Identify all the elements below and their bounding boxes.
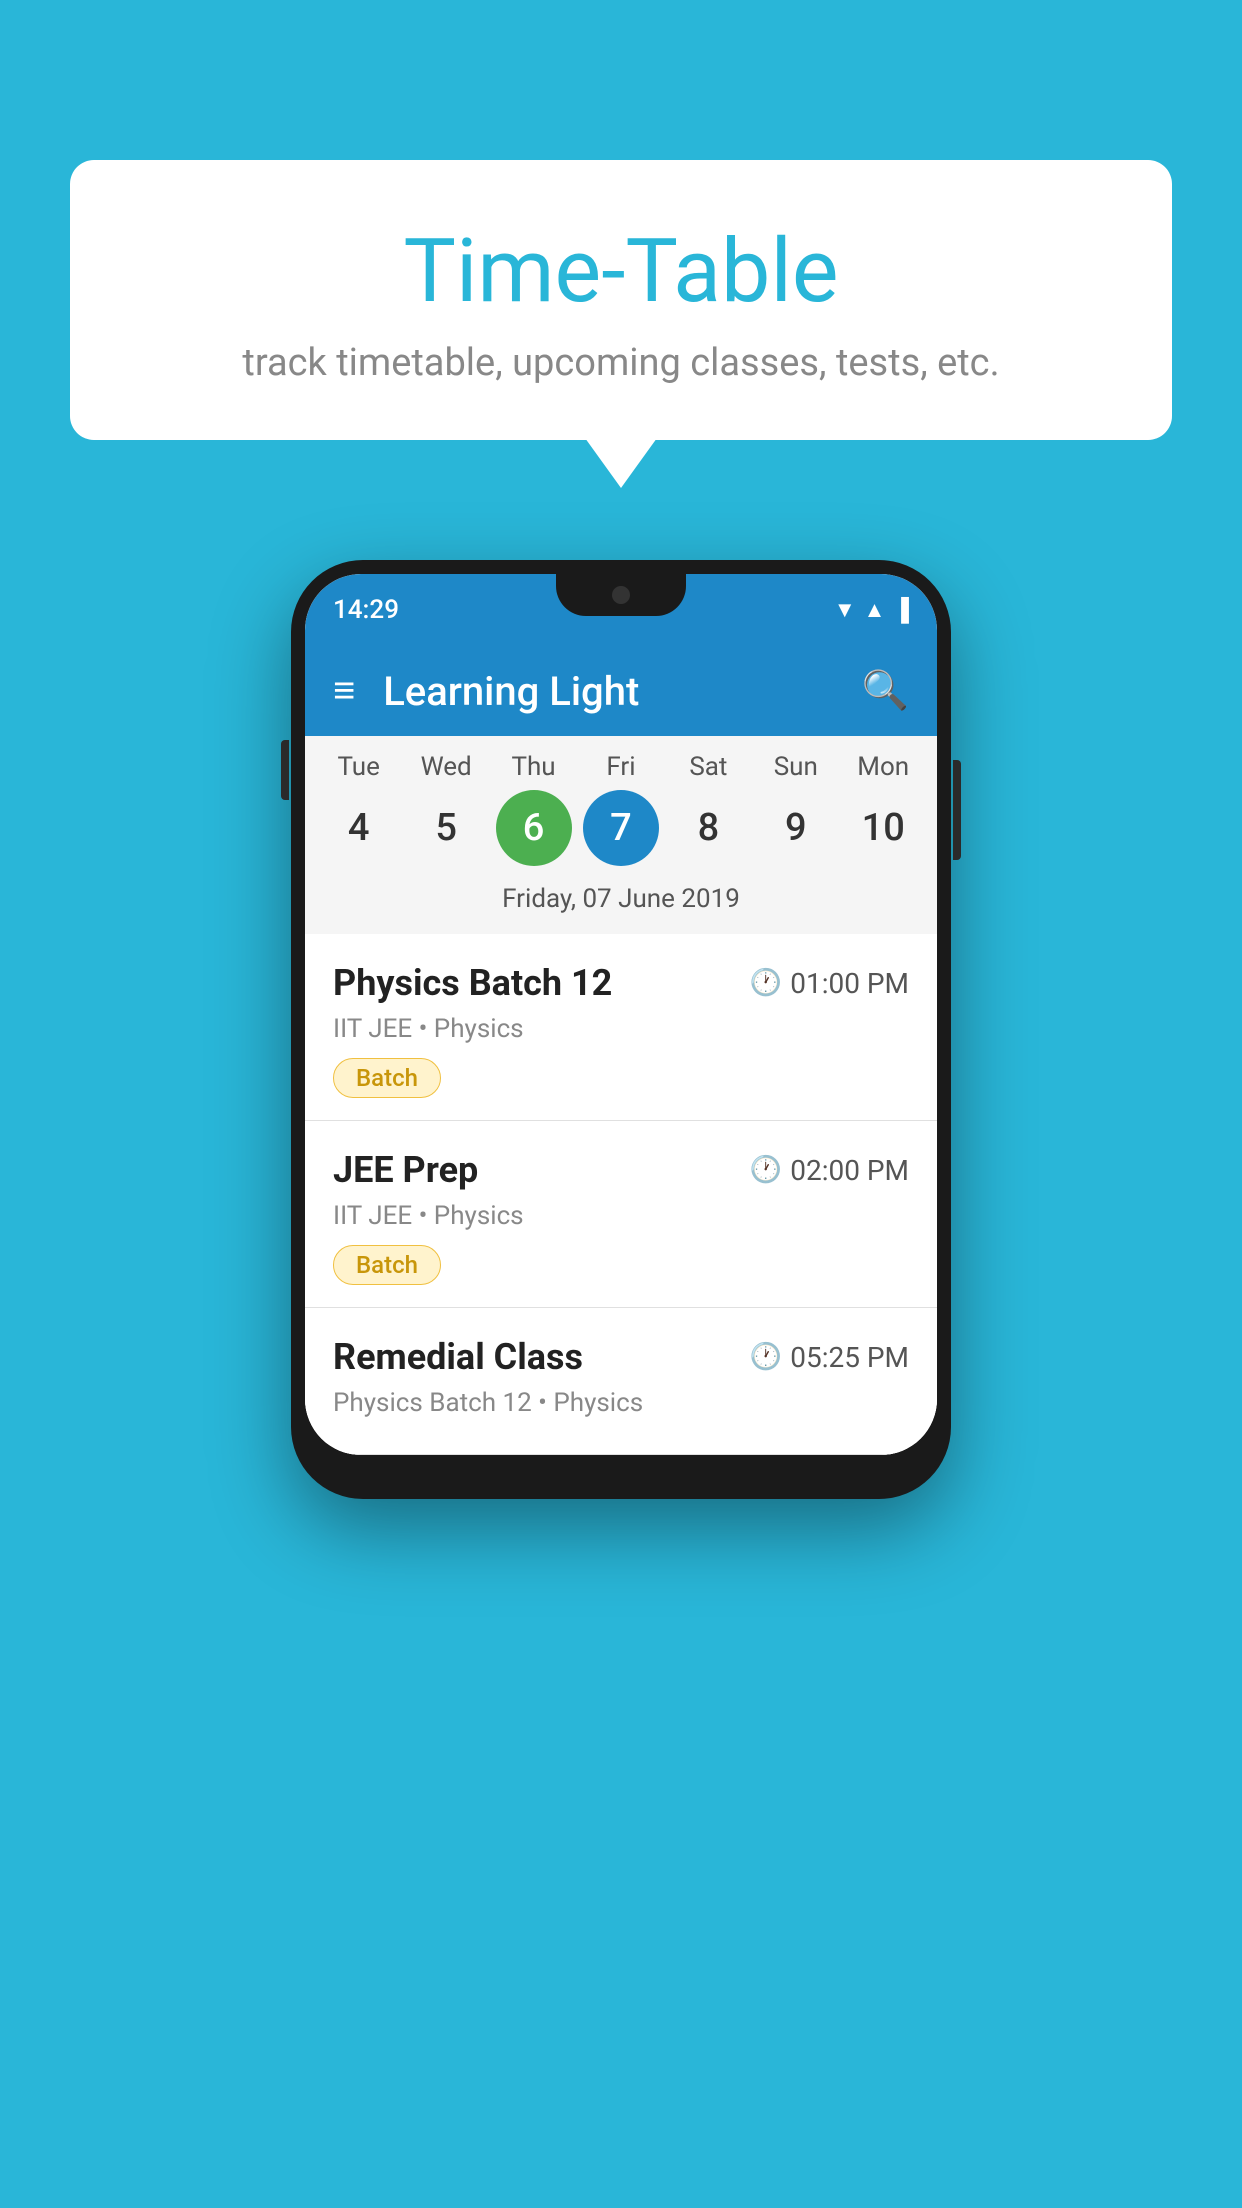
battery-icon: ▐ bbox=[893, 597, 909, 623]
speech-bubble: Time-Table track timetable, upcoming cla… bbox=[70, 160, 1172, 440]
clock-icon-3: 🕐 bbox=[750, 1342, 782, 1372]
event-time-2: 🕐 02:00 PM bbox=[750, 1154, 909, 1187]
event-header-3: Remedial Class 🕐 05:25 PM bbox=[333, 1336, 909, 1378]
event-item-3[interactable]: Remedial Class 🕐 05:25 PM Physics Batch … bbox=[305, 1308, 937, 1455]
menu-icon[interactable]: ≡ bbox=[333, 669, 355, 713]
event-time-1: 🕐 01:00 PM bbox=[750, 967, 909, 1000]
app-title: Learning Light bbox=[383, 668, 861, 715]
search-icon[interactable]: 🔍 bbox=[862, 669, 909, 713]
phone-bottom-bar bbox=[305, 1455, 937, 1485]
page-title: Time-Table bbox=[120, 220, 1122, 323]
event-header-2: JEE Prep 🕐 02:00 PM bbox=[333, 1149, 909, 1191]
event-subtitle-3: Physics Batch 12 • Physics bbox=[333, 1388, 909, 1418]
day-label-mon: Mon bbox=[845, 752, 921, 782]
event-subtitle-2: IIT JEE • Physics bbox=[333, 1201, 909, 1231]
event-title-1: Physics Batch 12 bbox=[333, 962, 612, 1004]
day-headers: Tue Wed Thu Fri Sat Sun Mon bbox=[305, 752, 937, 782]
event-time-value-3: 05:25 PM bbox=[790, 1341, 909, 1374]
day-label-wed: Wed bbox=[408, 752, 484, 782]
day-7-selected[interactable]: 7 bbox=[583, 790, 659, 866]
day-8[interactable]: 8 bbox=[670, 790, 746, 866]
speech-bubble-container: Time-Table track timetable, upcoming cla… bbox=[70, 160, 1172, 440]
phone-screen: 14:29 ▼ ▲ ▐ ≡ Learning Light 🔍 Tue bbox=[305, 574, 937, 1455]
day-label-fri: Fri bbox=[583, 752, 659, 782]
phone-outer: 14:29 ▼ ▲ ▐ ≡ Learning Light 🔍 Tue bbox=[291, 560, 951, 1499]
batch-badge-2: Batch bbox=[333, 1245, 441, 1285]
signal-icon: ▲ bbox=[864, 597, 886, 623]
event-time-value-2: 02:00 PM bbox=[790, 1154, 909, 1187]
calendar-strip: Tue Wed Thu Fri Sat Sun Mon 4 5 6 7 8 9 … bbox=[305, 736, 937, 934]
event-title-2: JEE Prep bbox=[333, 1149, 478, 1191]
wifi-icon: ▼ bbox=[834, 597, 856, 623]
day-9[interactable]: 9 bbox=[758, 790, 834, 866]
day-5[interactable]: 5 bbox=[408, 790, 484, 866]
day-numbers: 4 5 6 7 8 9 10 bbox=[305, 790, 937, 866]
day-10[interactable]: 10 bbox=[845, 790, 921, 866]
batch-badge-1: Batch bbox=[333, 1058, 441, 1098]
event-header-1: Physics Batch 12 🕐 01:00 PM bbox=[333, 962, 909, 1004]
event-list: Physics Batch 12 🕐 01:00 PM IIT JEE • Ph… bbox=[305, 934, 937, 1455]
day-label-thu: Thu bbox=[496, 752, 572, 782]
day-4[interactable]: 4 bbox=[321, 790, 397, 866]
event-item-1[interactable]: Physics Batch 12 🕐 01:00 PM IIT JEE • Ph… bbox=[305, 934, 937, 1121]
status-icons: ▼ ▲ ▐ bbox=[834, 597, 909, 623]
selected-date-label: Friday, 07 June 2019 bbox=[305, 876, 937, 926]
clock-icon-2: 🕐 bbox=[750, 1155, 782, 1185]
status-bar: 14:29 ▼ ▲ ▐ bbox=[305, 574, 937, 646]
event-time-value-1: 01:00 PM bbox=[790, 967, 909, 1000]
event-subtitle-1: IIT JEE • Physics bbox=[333, 1014, 909, 1044]
clock-icon-1: 🕐 bbox=[750, 968, 782, 998]
day-label-sun: Sun bbox=[758, 752, 834, 782]
event-item-2[interactable]: JEE Prep 🕐 02:00 PM IIT JEE • Physics Ba… bbox=[305, 1121, 937, 1308]
day-label-sat: Sat bbox=[670, 752, 746, 782]
camera bbox=[612, 586, 630, 604]
status-time: 14:29 bbox=[333, 595, 399, 625]
day-label-tue: Tue bbox=[321, 752, 397, 782]
notch bbox=[556, 574, 686, 616]
page-subtitle: track timetable, upcoming classes, tests… bbox=[120, 341, 1122, 385]
phone-mockup: 14:29 ▼ ▲ ▐ ≡ Learning Light 🔍 Tue bbox=[291, 560, 951, 1499]
event-title-3: Remedial Class bbox=[333, 1336, 583, 1378]
app-bar: ≡ Learning Light 🔍 bbox=[305, 646, 937, 736]
event-time-3: 🕐 05:25 PM bbox=[750, 1341, 909, 1374]
day-6-today[interactable]: 6 bbox=[496, 790, 572, 866]
